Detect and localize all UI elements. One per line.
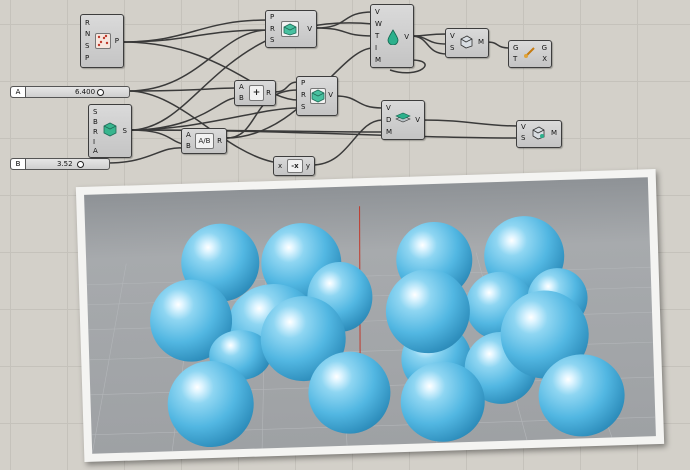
center-box-component-2[interactable]: P R S V	[296, 76, 338, 116]
input-port[interactable]: P	[301, 79, 305, 87]
addition-component[interactable]: A B + R	[234, 80, 276, 106]
input-port[interactable]: x	[278, 162, 282, 170]
number-slider-a[interactable]: A 6.400	[10, 86, 130, 98]
populate-icon	[95, 33, 111, 49]
output-port[interactable]: y	[306, 162, 310, 170]
output-port[interactable]: M	[551, 129, 557, 137]
number-slider-b[interactable]: B 3.52	[10, 158, 110, 170]
wire	[315, 27, 374, 37]
input-port[interactable]: M	[386, 128, 392, 136]
slider-tag: B	[11, 159, 26, 169]
output-port[interactable]: V	[328, 91, 333, 99]
series-component[interactable]: S B R I A S	[88, 104, 132, 158]
wire	[420, 119, 519, 127]
populate-component[interactable]: R N S P P	[80, 14, 124, 68]
box-icon	[310, 88, 326, 104]
negative-icon: -x	[287, 159, 303, 173]
mesh-icon	[459, 35, 473, 49]
input-port[interactable]: P	[85, 54, 89, 62]
input-port[interactable]: P	[270, 13, 274, 21]
input-port[interactable]: S	[93, 108, 97, 116]
input-port[interactable]: V	[450, 32, 455, 40]
input-port[interactable]: B	[93, 118, 98, 126]
output-port[interactable]: P	[115, 37, 119, 45]
input-port[interactable]: I	[375, 44, 377, 52]
input-port[interactable]: T	[375, 32, 379, 40]
layer-icon	[395, 111, 411, 125]
slider-tag: A	[11, 87, 26, 97]
input-port[interactable]: S	[85, 42, 89, 50]
output-port[interactable]: G	[542, 44, 547, 52]
wire	[486, 41, 511, 49]
wire	[335, 95, 384, 109]
input-port[interactable]: R	[270, 25, 275, 33]
transform-icon	[523, 46, 536, 59]
wire	[129, 107, 299, 131]
input-port[interactable]: S	[301, 103, 305, 111]
wire	[410, 35, 448, 55]
output-port[interactable]: V	[404, 33, 409, 41]
input-port[interactable]: V	[375, 8, 380, 16]
output-port[interactable]: R	[266, 89, 271, 97]
output-port[interactable]: V	[307, 25, 312, 33]
input-port[interactable]: V	[521, 123, 526, 131]
plus-icon: +	[249, 85, 264, 101]
input-port[interactable]: W	[375, 20, 382, 28]
input-port[interactable]: I	[93, 138, 95, 146]
slider-knob[interactable]	[97, 89, 104, 96]
input-port[interactable]: A	[186, 131, 191, 139]
output-port[interactable]: M	[478, 38, 484, 46]
volume-component[interactable]: V D M V	[381, 100, 425, 140]
input-port[interactable]: B	[186, 142, 191, 150]
slider-value: 3.52	[57, 160, 73, 168]
input-port[interactable]: G	[513, 44, 518, 52]
output-port[interactable]: R	[217, 137, 222, 145]
wire	[129, 97, 237, 131]
slider-value: 6.400	[75, 88, 96, 96]
output-port[interactable]: S	[123, 127, 127, 135]
output-port[interactable]: V	[415, 116, 420, 124]
input-port[interactable]: S	[450, 44, 454, 52]
mesh-component-2[interactable]: V S M	[516, 120, 562, 148]
input-port[interactable]: V	[386, 104, 391, 112]
wire	[121, 29, 269, 43]
input-port[interactable]: A	[239, 83, 244, 91]
division-component[interactable]: A B A/B R	[181, 128, 227, 154]
input-port[interactable]: R	[301, 91, 306, 99]
center-box-component[interactable]: P R S V	[265, 10, 317, 48]
input-port[interactable]: D	[386, 116, 391, 124]
input-port[interactable]: A	[93, 147, 98, 155]
input-port[interactable]: M	[375, 56, 381, 64]
input-port[interactable]: N	[85, 30, 90, 38]
divide-icon: A/B	[195, 133, 214, 149]
input-port[interactable]: B	[239, 94, 244, 102]
input-port[interactable]: S	[521, 134, 525, 142]
wire	[315, 11, 374, 29]
input-port[interactable]: R	[93, 128, 98, 136]
metaball-component[interactable]: V W T I M V	[370, 4, 414, 68]
output-port[interactable]: X	[542, 55, 547, 63]
drop-icon	[386, 29, 400, 46]
wire	[129, 129, 184, 145]
mesh-component[interactable]: V S M	[445, 28, 489, 58]
cube-icon	[103, 121, 117, 137]
slider-knob[interactable]	[77, 161, 84, 168]
input-port[interactable]: S	[270, 36, 274, 44]
rhino-viewport[interactable]	[84, 177, 656, 454]
wire	[311, 119, 384, 166]
transform-component[interactable]: G T G X	[508, 40, 552, 68]
input-port[interactable]: T	[513, 55, 517, 63]
input-port[interactable]: R	[85, 19, 90, 27]
render-preview-frame	[75, 168, 665, 463]
negative-component[interactable]: x -x y	[273, 156, 315, 176]
box-icon	[281, 21, 299, 37]
mesh-icon	[531, 126, 545, 140]
